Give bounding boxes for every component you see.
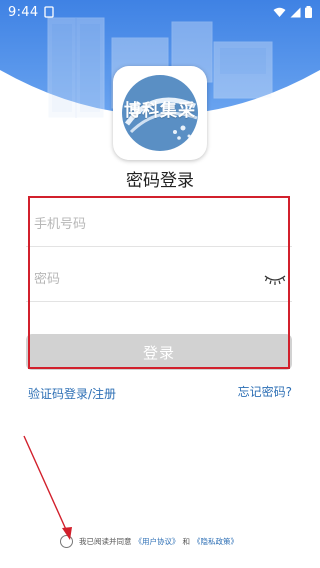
password-field-row <box>26 257 292 302</box>
status-left: 9:44 <box>8 4 55 20</box>
login-button[interactable]: 登录 <box>26 334 292 370</box>
wifi-icon <box>273 7 286 17</box>
password-visibility-toggle-icon[interactable] <box>264 270 286 286</box>
battery-icon <box>305 6 312 18</box>
phone-field-row <box>26 202 292 247</box>
status-right <box>273 6 312 18</box>
login-form <box>26 198 292 302</box>
sms-login-register-link[interactable]: 验证码登录/注册 <box>28 385 116 402</box>
phone-input[interactable] <box>34 216 254 232</box>
page-title: 密码登录 <box>126 171 194 191</box>
status-time: 9:44 <box>8 4 39 20</box>
logo-text: 博科集采 <box>124 101 196 121</box>
password-input[interactable] <box>34 271 254 287</box>
app-logo: 博科集采 <box>113 66 207 160</box>
forgot-password-link[interactable]: 忘记密码? <box>238 383 292 400</box>
user-agreement-link[interactable]: 《用户协议》 <box>135 536 180 547</box>
status-bar: 9:44 <box>0 0 320 24</box>
agreement-text: 我已阅读并同意 《用户协议》 和 《隐私政策》 <box>79 536 238 547</box>
privacy-policy-link[interactable]: 《隐私政策》 <box>193 536 238 547</box>
notification-icon <box>44 6 55 18</box>
signal-icon <box>290 7 301 17</box>
agreement-row: 我已阅读并同意 《用户协议》 和 《隐私政策》 <box>60 535 238 548</box>
agreement-radio[interactable] <box>60 535 73 548</box>
agreement-and: 和 <box>182 537 191 546</box>
agreement-prefix: 我已阅读并同意 <box>79 537 132 546</box>
